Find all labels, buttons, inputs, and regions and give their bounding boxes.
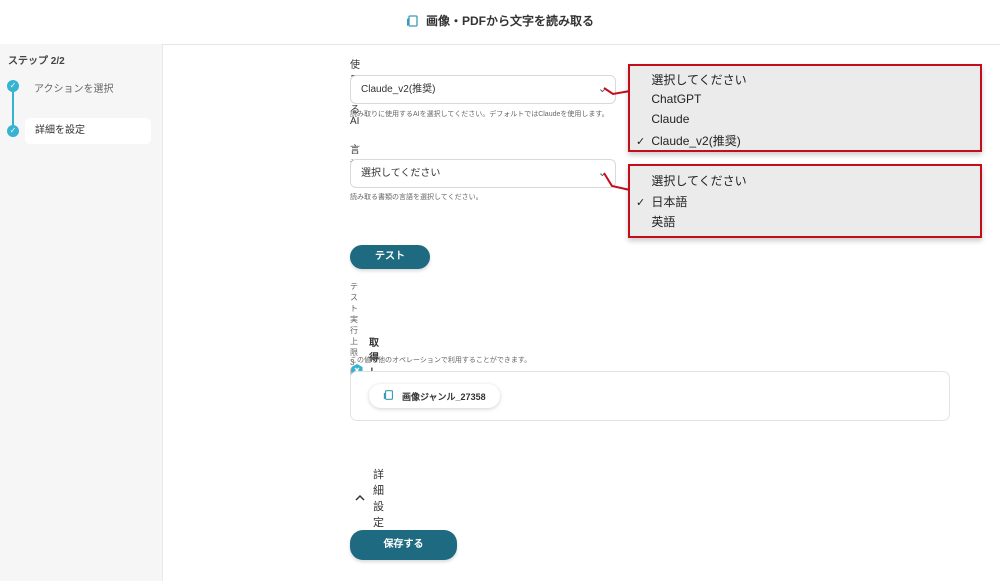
checkmark-icon: ✓ bbox=[636, 197, 646, 209]
language-options-panel: 選択してください ✓ 日本語 英語 bbox=[628, 164, 982, 238]
ai-option[interactable]: ChatGPT bbox=[636, 92, 701, 106]
language-option[interactable]: 選択してください bbox=[636, 172, 746, 189]
ai-option[interactable]: Claude bbox=[636, 112, 689, 126]
checkmark-icon: ✓ bbox=[636, 136, 646, 148]
ai-options-panel: 選択してください ChatGPT Claude ✓ Claude_v2(推奨) bbox=[628, 64, 982, 152]
language-option[interactable]: 英語 bbox=[636, 213, 675, 230]
ai-connector-line bbox=[603, 87, 631, 96]
ai-option[interactable]: 選択してください bbox=[636, 71, 746, 88]
language-option-selected[interactable]: ✓ 日本語 bbox=[636, 193, 687, 210]
language-connector-line bbox=[603, 172, 631, 191]
ai-option-selected[interactable]: ✓ Claude_v2(推奨) bbox=[636, 132, 741, 149]
